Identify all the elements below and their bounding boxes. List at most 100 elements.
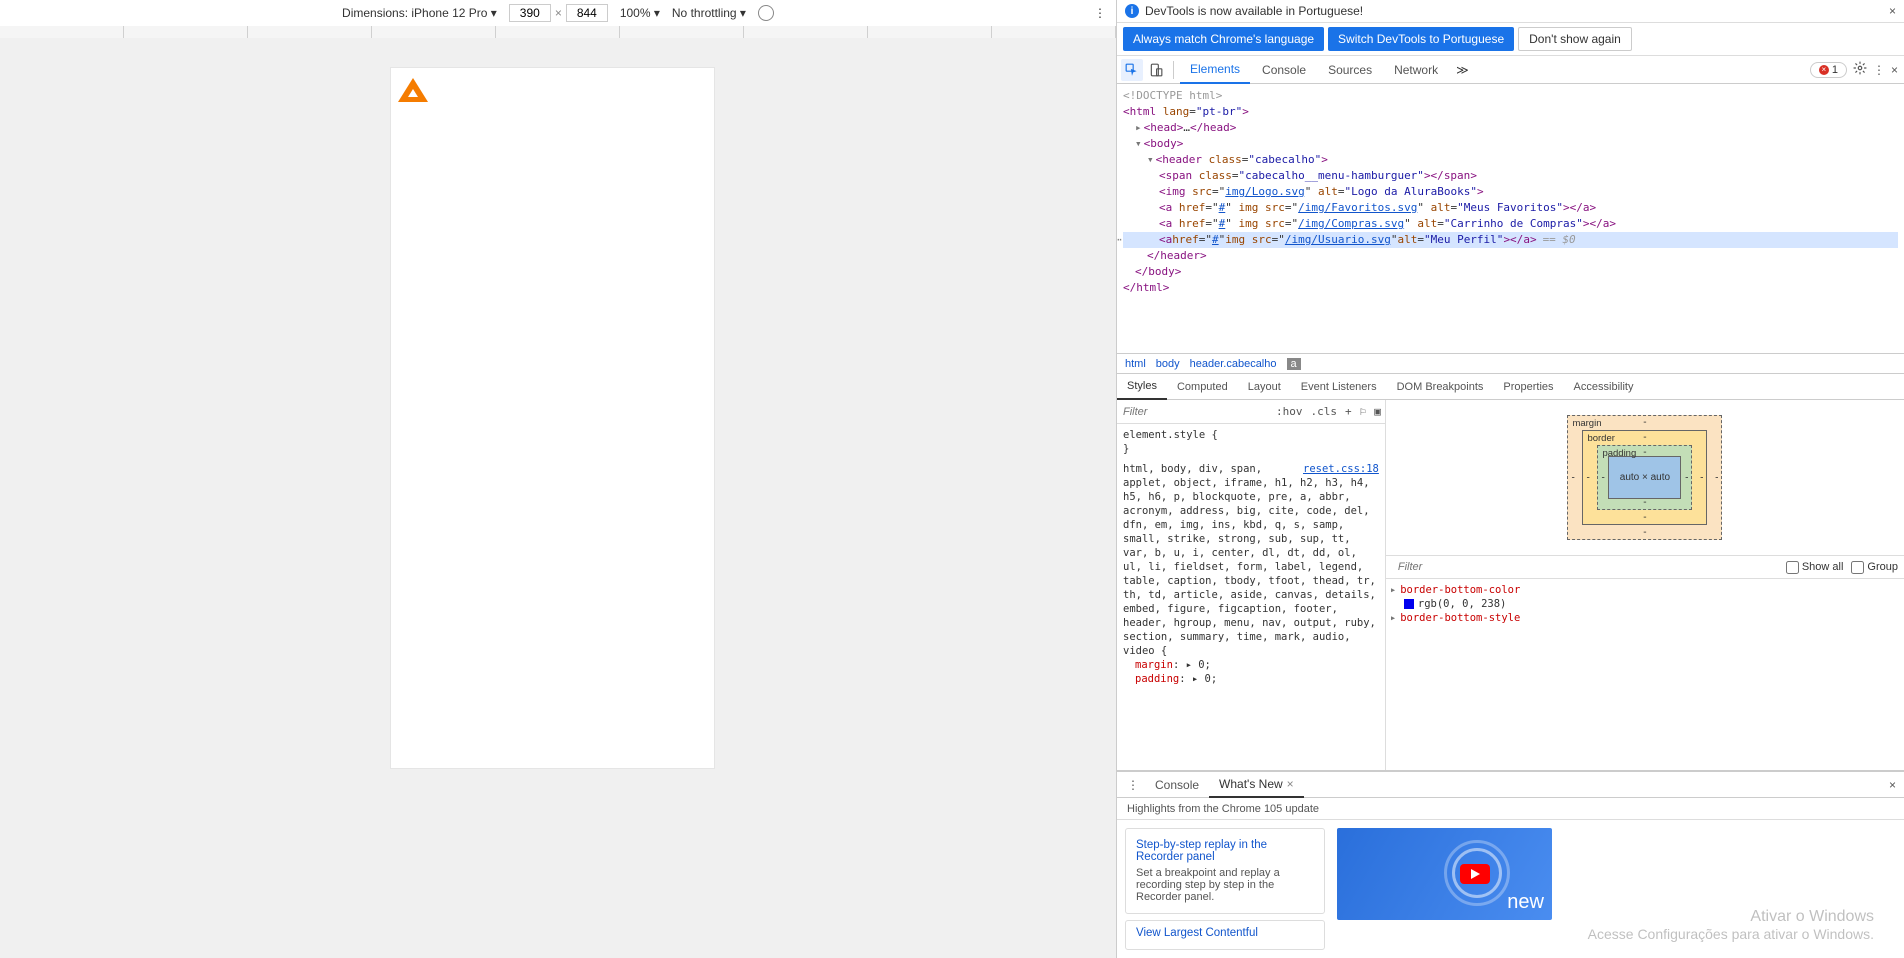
breadcrumb-html[interactable]: html bbox=[1125, 358, 1146, 370]
tab-sources[interactable]: Sources bbox=[1318, 56, 1382, 84]
drawer-kebab-icon[interactable]: ⋮ bbox=[1121, 778, 1145, 792]
subtab-computed[interactable]: Computed bbox=[1167, 374, 1238, 400]
device-frame bbox=[391, 68, 714, 768]
info-message: DevTools is now available in Portuguese! bbox=[1145, 4, 1363, 18]
card-desc: Set a breakpoint and replay a recording … bbox=[1136, 867, 1314, 903]
reset-rule[interactable]: reset.css:18 html, body, div, span, appl… bbox=[1123, 462, 1379, 658]
devtools-close-icon[interactable]: × bbox=[1891, 63, 1898, 77]
subtab-styles[interactable]: Styles bbox=[1117, 374, 1167, 400]
breadcrumb-header[interactable]: header.cabecalho bbox=[1190, 358, 1277, 370]
computed-list[interactable]: ▸border-bottom-color rgb(0, 0, 238) ▸bor… bbox=[1386, 579, 1904, 770]
elements-tree[interactable]: <!DOCTYPE html> <html lang="pt-br"> ▸<he… bbox=[1117, 84, 1904, 354]
dom-doctype[interactable]: <!DOCTYPE html> bbox=[1123, 88, 1898, 104]
promo-video-thumb[interactable]: new bbox=[1337, 828, 1552, 920]
styles-filter-input[interactable] bbox=[1117, 401, 1272, 423]
styles-rules-pane: :hov .cls + ⚐ ▣ element.style { } reset.… bbox=[1117, 400, 1386, 770]
page-viewport-pane: Dimensions: iPhone 12 Pro ▾ × 100% ▾ No … bbox=[0, 0, 1117, 958]
tab-console[interactable]: Console bbox=[1252, 56, 1316, 84]
info-bar: i DevTools is now available in Portugues… bbox=[1117, 0, 1904, 23]
subtab-accessibility[interactable]: Accessibility bbox=[1564, 374, 1644, 400]
zoom-dropdown[interactable]: 100% ▾ bbox=[620, 6, 660, 20]
reset-css-link[interactable]: reset.css:18 bbox=[1303, 462, 1379, 476]
whatsnew-highlights: Highlights from the Chrome 105 update bbox=[1117, 798, 1904, 820]
new-rule-button[interactable]: + bbox=[1341, 405, 1356, 418]
styles-subtab-bar: Styles Computed Layout Event Listeners D… bbox=[1117, 374, 1904, 400]
subtab-dom-breakpoints[interactable]: DOM Breakpoints bbox=[1387, 374, 1494, 400]
ruler bbox=[0, 26, 1116, 38]
height-input[interactable] bbox=[566, 4, 608, 22]
styles-area: :hov .cls + ⚐ ▣ element.style { } reset.… bbox=[1117, 400, 1904, 771]
bm-content: auto × auto bbox=[1608, 456, 1681, 499]
pin-icon[interactable]: ⚐ bbox=[1356, 405, 1371, 418]
more-tabs-icon[interactable]: ≫ bbox=[1450, 63, 1475, 77]
bm-padding-label: padding bbox=[1602, 448, 1636, 459]
windows-activation-watermark: Ativar o Windows Acesse Configurações pa… bbox=[1588, 908, 1874, 942]
device-viewport bbox=[0, 26, 1116, 958]
subtab-event-listeners[interactable]: Event Listeners bbox=[1291, 374, 1387, 400]
error-count: 1 bbox=[1832, 64, 1838, 76]
card-title-link[interactable]: Step-by-step replay in the Recorder pane… bbox=[1136, 839, 1314, 863]
drawer-tab-console[interactable]: Console bbox=[1145, 772, 1209, 798]
bm-border-label: border bbox=[1587, 433, 1614, 444]
element-style-rule[interactable]: element.style { bbox=[1123, 428, 1379, 442]
device-toolbar: Dimensions: iPhone 12 Pro ▾ × 100% ▾ No … bbox=[0, 0, 1116, 26]
tab-elements[interactable]: Elements bbox=[1180, 56, 1250, 84]
drawer-body: Step-by-step replay in the Recorder pane… bbox=[1117, 820, 1904, 958]
promo-new-label: new bbox=[1507, 891, 1544, 914]
settings-gear-icon[interactable] bbox=[1853, 61, 1867, 78]
info-icon: i bbox=[1125, 4, 1139, 18]
main-tab-bar: Elements Console Sources Network ≫ × 1 ⋮… bbox=[1117, 56, 1904, 84]
whatsnew-card[interactable]: View Largest Contentful bbox=[1125, 920, 1325, 950]
device-kebab-icon[interactable]: ⋮ bbox=[1094, 6, 1106, 20]
tab-divider bbox=[1173, 61, 1174, 79]
box-model[interactable]: margin ---- border ---- padding ---- aut… bbox=[1386, 400, 1904, 555]
show-all-checkbox[interactable]: Show all bbox=[1786, 561, 1844, 574]
device-toggle-icon[interactable] bbox=[1145, 59, 1167, 81]
width-input[interactable] bbox=[509, 4, 551, 22]
play-icon[interactable] bbox=[1460, 864, 1490, 884]
devtools-kebab-icon[interactable]: ⋮ bbox=[1873, 63, 1885, 77]
drawer-tab-bar: ⋮ Console What's New× × bbox=[1117, 772, 1904, 798]
breadcrumb-a[interactable]: a bbox=[1287, 358, 1301, 370]
info-close-icon[interactable]: × bbox=[1889, 4, 1896, 18]
app-logo-icon bbox=[398, 78, 428, 102]
selected-dom-node[interactable]: ⋯ <a href="#" img src="/img/Usuario.svg"… bbox=[1123, 232, 1898, 248]
inspect-element-icon[interactable] bbox=[1121, 59, 1143, 81]
bm-margin-label: margin bbox=[1572, 418, 1601, 429]
styles-toolbar: :hov .cls + ⚐ ▣ bbox=[1117, 400, 1385, 424]
computed-toolbar: Show all Group bbox=[1386, 555, 1904, 579]
breadcrumb-body[interactable]: body bbox=[1156, 358, 1180, 370]
styles-rules[interactable]: element.style { } reset.css:18 html, bod… bbox=[1117, 424, 1385, 770]
rotate-icon[interactable] bbox=[758, 5, 774, 21]
computed-toggle-icon[interactable]: ▣ bbox=[1370, 405, 1385, 418]
dimension-inputs: × bbox=[509, 4, 608, 22]
tab-close-icon[interactable]: × bbox=[1287, 777, 1294, 791]
subtab-layout[interactable]: Layout bbox=[1238, 374, 1291, 400]
group-checkbox[interactable]: Group bbox=[1851, 561, 1898, 574]
language-button-bar: Always match Chrome's language Switch De… bbox=[1117, 23, 1904, 56]
computed-pane: margin ---- border ---- padding ---- aut… bbox=[1386, 400, 1904, 770]
tab-network[interactable]: Network bbox=[1384, 56, 1448, 84]
card-title-link[interactable]: View Largest Contentful bbox=[1136, 927, 1314, 939]
dont-show-button[interactable]: Don't show again bbox=[1518, 27, 1632, 51]
whatsnew-card[interactable]: Step-by-step replay in the Recorder pane… bbox=[1125, 828, 1325, 914]
error-dot-icon: × bbox=[1819, 65, 1829, 75]
color-swatch-icon[interactable] bbox=[1404, 599, 1414, 609]
cls-toggle[interactable]: .cls bbox=[1307, 405, 1342, 418]
throttling-dropdown[interactable]: No throttling ▾ bbox=[672, 6, 746, 20]
drawer-tab-whatsnew[interactable]: What's New× bbox=[1209, 772, 1304, 798]
always-match-button[interactable]: Always match Chrome's language bbox=[1123, 27, 1324, 51]
devtools-pane: i DevTools is now available in Portugues… bbox=[1117, 0, 1904, 958]
switch-language-button[interactable]: Switch DevTools to Portuguese bbox=[1328, 27, 1514, 51]
computed-row[interactable]: ▸border-bottom-color bbox=[1390, 583, 1900, 597]
drawer-close-icon[interactable]: × bbox=[1889, 778, 1896, 792]
dimensions-dropdown[interactable]: Dimensions: iPhone 12 Pro ▾ bbox=[342, 6, 497, 20]
computed-row[interactable]: ▸border-bottom-style bbox=[1390, 611, 1900, 625]
hov-toggle[interactable]: :hov bbox=[1272, 405, 1307, 418]
computed-filter-input[interactable] bbox=[1392, 556, 1778, 578]
error-badge[interactable]: × 1 bbox=[1810, 62, 1847, 78]
subtab-properties[interactable]: Properties bbox=[1493, 374, 1563, 400]
dim-cross: × bbox=[555, 6, 562, 20]
breadcrumb: html body header.cabecalho a bbox=[1117, 354, 1904, 374]
drawer: ⋮ Console What's New× × Highlights from … bbox=[1117, 771, 1904, 958]
